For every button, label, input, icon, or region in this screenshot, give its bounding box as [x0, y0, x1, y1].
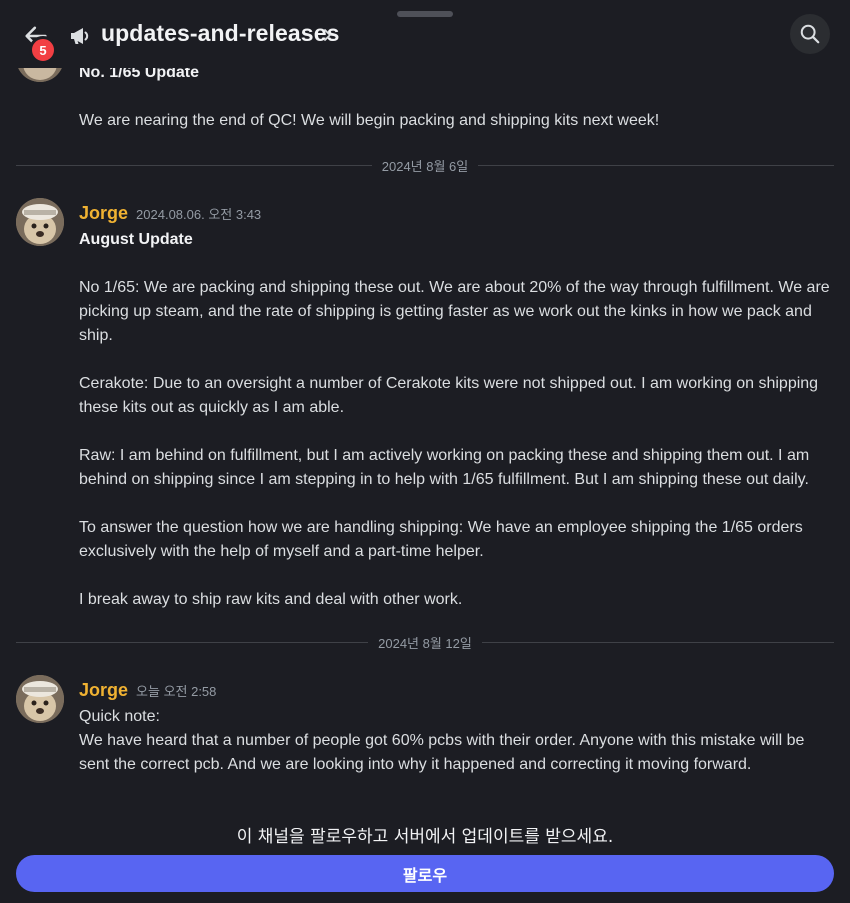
- divider-line: [16, 164, 372, 166]
- follow-prompt: 이 채널을 팔로우하고 서버에서 업데이트를 받으세요.: [236, 827, 614, 847]
- follow-button[interactable]: 팔로우: [16, 855, 834, 892]
- message-partial: No. 1/65 Update We are nearing the end o…: [79, 61, 832, 133]
- date-label: 2024년 8월 12일: [378, 635, 472, 651]
- megaphone-icon: [71, 28, 89, 44]
- divider-line: [478, 164, 835, 166]
- author-name[interactable]: Jorge: [79, 680, 128, 700]
- date-label: 2024년 8월 6일: [381, 158, 469, 174]
- search-icon: [800, 24, 820, 44]
- message-text: Quick note:: [79, 708, 160, 725]
- message-text: We are nearing the end of QC! We will be…: [79, 112, 660, 129]
- date-divider: 2024년 8월 12일: [16, 632, 834, 652]
- author-name[interactable]: Jorge: [79, 203, 128, 223]
- channel-title[interactable]: updates-and-releases: [101, 20, 339, 47]
- drag-handle[interactable]: [397, 11, 453, 17]
- message-timestamp: 오늘 오전 2:58: [136, 684, 217, 699]
- message-list[interactable]: No. 1/65 Update We are nearing the end o…: [0, 0, 850, 815]
- message-paragraph: No 1/65: We are packing and shipping the…: [79, 279, 830, 344]
- message: Jorge 2024.08.06. 오전 3:43 August Update N…: [79, 200, 832, 612]
- channel-header: 5 updates-and-releases: [0, 0, 850, 68]
- unread-badge: 5: [29, 36, 57, 64]
- message-text: We have heard that a number of people go…: [79, 732, 805, 773]
- search-button[interactable]: [790, 14, 830, 54]
- message-paragraph: Cerakote: Due to an oversight a number o…: [79, 375, 819, 416]
- app-window: No. 1/65 Update We are nearing the end o…: [0, 0, 850, 903]
- chevron-right-icon[interactable]: [322, 26, 334, 44]
- message-paragraph: Raw: I am behind on fulfillment, but I a…: [79, 447, 810, 488]
- avatar[interactable]: [16, 198, 64, 246]
- message: Jorge 오늘 오전 2:58 Quick note: We have hear…: [79, 677, 832, 777]
- divider-line: [16, 641, 369, 643]
- divider-line: [481, 641, 834, 643]
- message-timestamp: 2024.08.06. 오전 3:43: [136, 207, 262, 222]
- avatar[interactable]: [16, 675, 64, 723]
- message-paragraph: To answer the question how we are handli…: [79, 519, 803, 560]
- message-title: August Update: [79, 231, 193, 248]
- message-paragraph: I break away to ship raw kits and deal w…: [79, 591, 463, 608]
- date-divider: 2024년 8월 6일: [16, 155, 835, 175]
